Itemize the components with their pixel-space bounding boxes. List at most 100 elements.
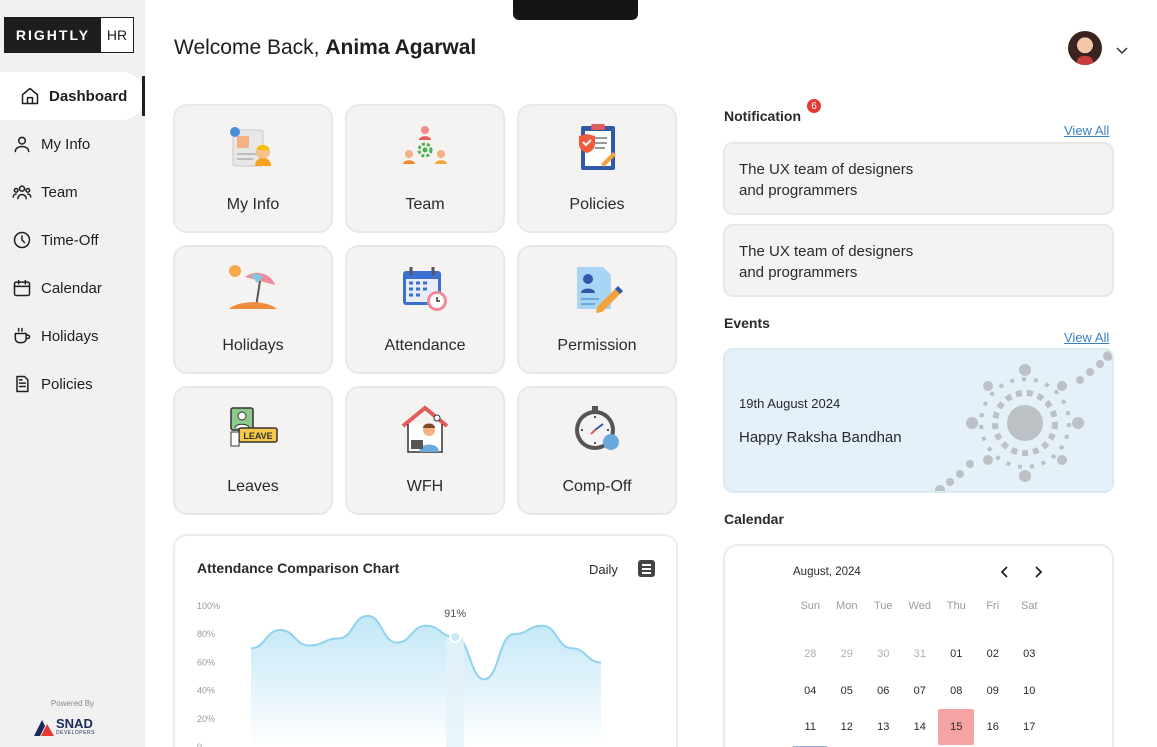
filter-icon[interactable] — [638, 560, 655, 577]
calendar-day[interactable]: 10 — [1011, 673, 1048, 710]
calendar-day[interactable]: 12 — [829, 709, 866, 746]
calendar-day[interactable]: 13 — [865, 709, 902, 746]
calendar-day[interactable]: 01 — [938, 636, 975, 673]
tile-label: Team — [405, 196, 445, 213]
tile-label: Leaves — [227, 478, 279, 495]
notification-view-all-link[interactable]: View All — [1064, 123, 1109, 138]
calendar-day[interactable]: 03 — [1011, 636, 1048, 673]
calendar-day[interactable]: 04 — [792, 673, 829, 710]
calendar-title: Calendar — [724, 511, 784, 527]
chevron-left-icon[interactable] — [997, 564, 1013, 580]
calendar-weekday: Tue — [873, 600, 893, 612]
chart-period-select[interactable]: Daily — [589, 562, 618, 577]
tile-label: Holidays — [222, 337, 284, 354]
tile-holidays[interactable]: Holidays — [173, 245, 333, 374]
sidebar-item-policies[interactable]: Policies — [0, 360, 145, 408]
calendar-day-number: 15 — [938, 709, 975, 746]
team-icon — [12, 185, 32, 200]
sidebar-item-dashboard[interactable]: Dashboard — [0, 72, 145, 120]
calendar-weekday: Mon — [836, 600, 858, 612]
calendar-card: August, 2024 Sun Mon Tue Wed Thu Fri Sat 28 29 30… — [723, 544, 1114, 747]
sidebar-item-time-off[interactable]: Time-Off — [0, 216, 145, 264]
sidebar-item-calendar[interactable]: Calendar — [0, 264, 145, 312]
highlight-column — [446, 637, 465, 747]
tile-attendance[interactable]: Attendance — [345, 245, 505, 374]
sidebar-nav: Dashboard My Info Team Time-Off Calendar… — [0, 72, 145, 408]
events-view-all-link[interactable]: View All — [1064, 330, 1109, 345]
calendar-day[interactable]: 16 — [975, 709, 1012, 746]
calendar-day-number: 04 — [804, 684, 817, 697]
y-tick-label: 100% — [197, 601, 220, 611]
calendar-day-today[interactable]: 15 — [938, 709, 975, 746]
highlight-value-label: 91% — [444, 608, 466, 620]
calendar-clock-icon — [403, 267, 447, 311]
tile-comp-off[interactable]: Comp-Off — [517, 386, 677, 515]
notification-item[interactable]: The UX team of designers and programmers — [723, 224, 1114, 297]
calendar-day[interactable]: 17 — [1011, 709, 1048, 746]
app-logo[interactable]: RIGHTLY HR — [4, 17, 134, 53]
tile-leaves[interactable]: LEAVE Leaves — [173, 386, 333, 515]
highlight-point[interactable] — [449, 631, 462, 644]
y-tick-label: 20% — [197, 714, 215, 724]
tile-label: Permission — [557, 337, 637, 354]
chart-title: Attendance Comparison Chart — [197, 560, 400, 576]
y-tick-label: 80% — [197, 629, 215, 639]
calendar-day[interactable]: 31 — [902, 636, 939, 673]
calendar-day-number: 08 — [950, 684, 963, 697]
calendar-day-number: 31 — [913, 648, 926, 661]
tile-wfh[interactable]: WFH — [345, 386, 505, 515]
document-icon — [16, 375, 29, 393]
user-icon — [14, 136, 30, 153]
sidebar-item-holidays[interactable]: Holidays — [0, 312, 145, 360]
notification-count-badge: 6 — [807, 99, 821, 113]
notification-title: Notification — [724, 108, 801, 124]
calendar-day[interactable]: 30 — [865, 636, 902, 673]
calendar-day-number: 28 — [804, 648, 817, 661]
leave-card-icon: LEAVE — [230, 407, 278, 447]
calendar-day[interactable]: 29 — [829, 636, 866, 673]
user-name: Anima Agarwal — [325, 36, 477, 59]
sidebar-item-label: My Info — [41, 135, 91, 153]
calendar-day[interactable]: 05 — [829, 673, 866, 710]
chevron-right-icon[interactable] — [1030, 564, 1046, 580]
calendar-day-number: 05 — [840, 684, 853, 697]
event-card[interactable]: 19th August 2024 Happy Raksha Bandhan — [723, 348, 1114, 493]
calendar-day[interactable]: 11 — [792, 709, 829, 746]
calendar-day-number: 13 — [877, 721, 890, 734]
page-title: Welcome Back, Anima Agarwal — [174, 36, 476, 60]
cup-icon — [14, 327, 31, 344]
tile-my-info[interactable]: My Info — [173, 104, 333, 233]
calendar-day[interactable]: 06 — [865, 673, 902, 710]
greeting-text: Welcome Back, — [174, 36, 320, 59]
quick-access-grid: My Info Team Policies Holidays Attendanc… — [173, 104, 678, 515]
chevron-down-icon[interactable] — [1114, 42, 1130, 58]
sidebar-item-label: Holidays — [41, 327, 99, 345]
tile-permission[interactable]: Permission — [517, 245, 677, 374]
calendar-month-label: August, 2024 — [793, 566, 861, 578]
calendar-day-number: 01 — [950, 648, 963, 661]
calendar-day[interactable]: 14 — [902, 709, 939, 746]
y-tick-label: 60% — [197, 657, 215, 667]
calendar-day-number: 12 — [840, 721, 853, 734]
powered-by-text: Powered By — [50, 699, 95, 708]
notification-item[interactable]: The UX team of designers and programmers — [723, 142, 1114, 215]
tile-policies[interactable]: Policies — [517, 104, 677, 233]
calendar-day-number: 07 — [913, 684, 926, 697]
sidebar-item-label: Team — [41, 183, 78, 201]
snad-brand: SNAD — [56, 716, 93, 731]
calendar-day[interactable]: 07 — [902, 673, 939, 710]
home-icon — [21, 87, 39, 105]
calendar-day[interactable]: 02 — [975, 636, 1012, 673]
calendar-weekday: Sat — [1020, 600, 1038, 612]
sidebar-item-label: Time-Off — [41, 231, 99, 249]
tile-team[interactable]: Team — [345, 104, 505, 233]
calendar-day-number: 17 — [1023, 721, 1036, 734]
beach-umbrella-icon — [229, 265, 277, 309]
sidebar-item-team[interactable]: Team — [0, 168, 145, 216]
sidebar-item-my-info[interactable]: My Info — [0, 120, 145, 168]
tile-label: Attendance — [384, 337, 466, 354]
avatar[interactable] — [1068, 31, 1102, 65]
calendar-day[interactable]: 28 — [792, 636, 829, 673]
calendar-day[interactable]: 08 — [938, 673, 975, 710]
calendar-day[interactable]: 09 — [975, 673, 1012, 710]
